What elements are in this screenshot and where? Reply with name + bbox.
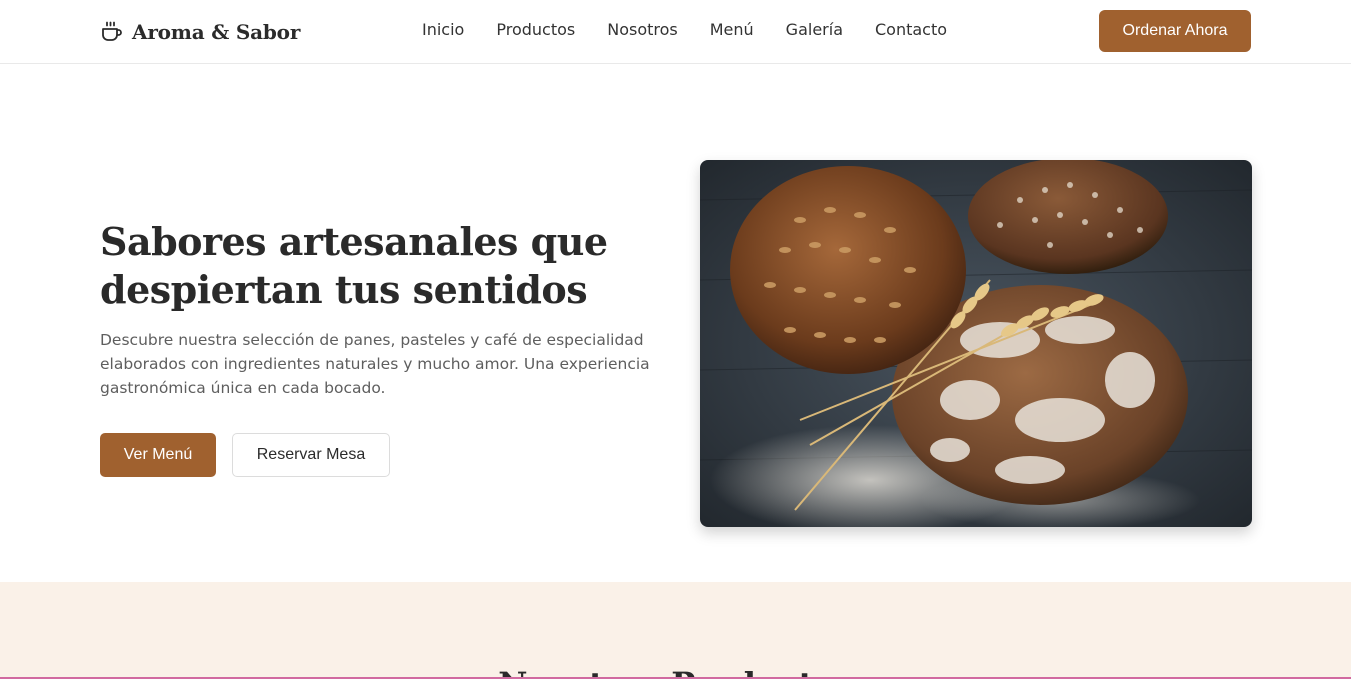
order-now-button[interactable]: Ordenar Ahora xyxy=(1099,10,1251,52)
main-nav: Inicio Productos Nosotros Menú Galería C… xyxy=(422,19,947,41)
coffee-cup-icon xyxy=(102,21,122,41)
nav-item-galeria[interactable]: Galería xyxy=(786,19,843,41)
reserve-table-button[interactable]: Reservar Mesa xyxy=(232,433,390,477)
brand-logo[interactable]: Aroma & Sabor xyxy=(100,16,300,48)
nav-item-inicio[interactable]: Inicio xyxy=(422,19,464,41)
nav-item-contacto[interactable]: Contacto xyxy=(875,19,947,41)
nav-item-menu[interactable]: Menú xyxy=(710,19,754,41)
products-section: Nuestros Productos xyxy=(0,582,1351,679)
hero-bread-image xyxy=(700,160,1252,527)
site-header: Aroma & Sabor Inicio Productos Nosotros … xyxy=(0,0,1351,64)
nav-item-productos[interactable]: Productos xyxy=(496,19,575,41)
hero-title: Sabores artesanales que despiertan tus s… xyxy=(100,219,608,312)
nav-item-nosotros[interactable]: Nosotros xyxy=(607,19,678,41)
hero-description: Descubre nuestra selección de panes, pas… xyxy=(100,331,650,397)
view-menu-button[interactable]: Ver Menú xyxy=(100,433,216,477)
brand-name: Aroma & Sabor xyxy=(132,20,301,44)
